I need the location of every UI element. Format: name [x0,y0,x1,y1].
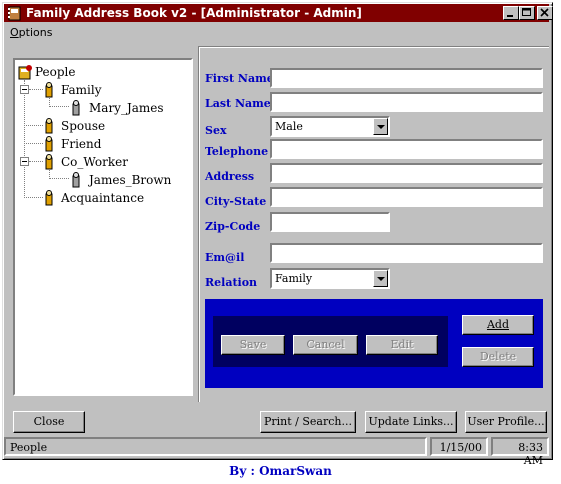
people-tree[interactable]: People Family Mary_James Spouse Friend C… [13,58,193,396]
first-name-field[interactable] [270,68,543,88]
tree-line [29,161,43,162]
delete-label: Delete [479,350,517,363]
close-button[interactable]: Close [13,411,85,433]
update-links-button[interactable]: Update Links... [365,411,457,433]
zip-code-label: Zip-Code [205,220,261,233]
relation-label: Relation [205,276,258,289]
save-label: Save [239,338,267,351]
status-date-pane: 1/15/00 [430,437,488,456]
zip-code-field[interactable] [270,212,390,232]
folder-user-icon [45,154,53,170]
window-title: Family Address Book v2 - [Administrator … [26,6,362,20]
tree-line [24,80,25,198]
status-time-pane: 8:33 AM [491,437,549,467]
save-button[interactable]: Save [221,335,285,355]
first-name-label: First Name [205,72,274,85]
add-label: Add [486,318,510,331]
tree-label-acquaintance: Acquaintance [61,191,145,205]
status-text: People [10,441,48,454]
status-date: 1/15/00 [439,441,482,454]
city-state-field[interactable] [270,187,543,207]
tree-label-mary-james: Mary_James [89,101,164,115]
tree-line [29,89,43,90]
tree-line [49,106,69,107]
tree-label-james-brown: James_Brown [89,173,172,187]
delete-button[interactable]: Delete [462,347,534,367]
author-byline: By : OmarSwan [229,464,332,478]
people-book-icon [18,65,32,80]
dropdown-arrow-icon[interactable] [373,118,388,135]
last-name-field[interactable] [270,92,543,112]
address-book-icon[interactable] [7,5,23,21]
folder-user-icon [45,82,53,98]
minimize-button[interactable] [503,6,519,20]
tree-line [24,197,43,198]
dropdown-arrow-icon[interactable] [373,270,388,287]
tree-label-people: People [35,65,76,79]
close-icon [540,8,549,17]
title-bar[interactable]: Family Address Book v2 - [Administrator … [4,4,553,22]
maximize-icon [522,8,531,16]
last-name-label: Last Name [205,97,271,110]
sex-value: Male [275,120,303,133]
telephone-field[interactable] [270,139,543,159]
menu-options-mnemonic: O [10,26,19,39]
telephone-label: Telephone [205,145,269,158]
update-links-label: Update Links... [368,415,454,428]
maximize-button[interactable] [519,6,535,20]
minimize-icon [507,15,513,17]
address-field[interactable] [270,163,543,183]
tree-label-family: Family [61,83,102,97]
close-label: Close [33,415,65,428]
add-button[interactable]: Add [462,315,534,335]
tree-line [24,125,43,126]
email-label: Em@il [205,251,245,264]
tree-label-friend: Friend [61,137,102,151]
collapse-family-icon[interactable] [20,85,29,94]
menu-bar: Options [4,24,549,42]
collapse-coworker-icon[interactable] [20,157,29,166]
print-search-label: Print / Search... [264,415,352,428]
user-profile-label: User Profile... [467,415,545,428]
city-state-label: City-State [205,195,267,208]
tree-label-spouse: Spouse [61,119,106,133]
cancel-label: Cancel [306,338,345,351]
tree-line [24,143,43,144]
address-label: Address [205,170,255,183]
contact-icon [72,172,80,188]
folder-user-icon [45,118,53,134]
tree-line [49,178,69,179]
relation-select[interactable]: Family [270,268,390,289]
edit-label: Edit [390,338,414,351]
edit-button[interactable]: Edit [366,335,438,355]
status-text-pane: People [4,437,427,456]
folder-user-icon [45,190,53,206]
sex-label: Sex [205,124,227,137]
relation-value: Family [275,272,313,285]
close-window-button[interactable] [537,6,553,20]
user-profile-button[interactable]: User Profile... [465,411,547,433]
print-search-button[interactable]: Print / Search... [260,411,356,433]
cancel-button[interactable]: Cancel [293,335,358,355]
folder-user-icon [45,136,53,152]
menu-options-rest: ptions [18,26,53,39]
contact-icon [72,100,80,116]
tree-label-co-worker: Co_Worker [61,155,128,169]
menu-options[interactable]: Options [10,26,52,39]
email-field[interactable] [270,243,543,263]
sex-select[interactable]: Male [270,116,390,137]
